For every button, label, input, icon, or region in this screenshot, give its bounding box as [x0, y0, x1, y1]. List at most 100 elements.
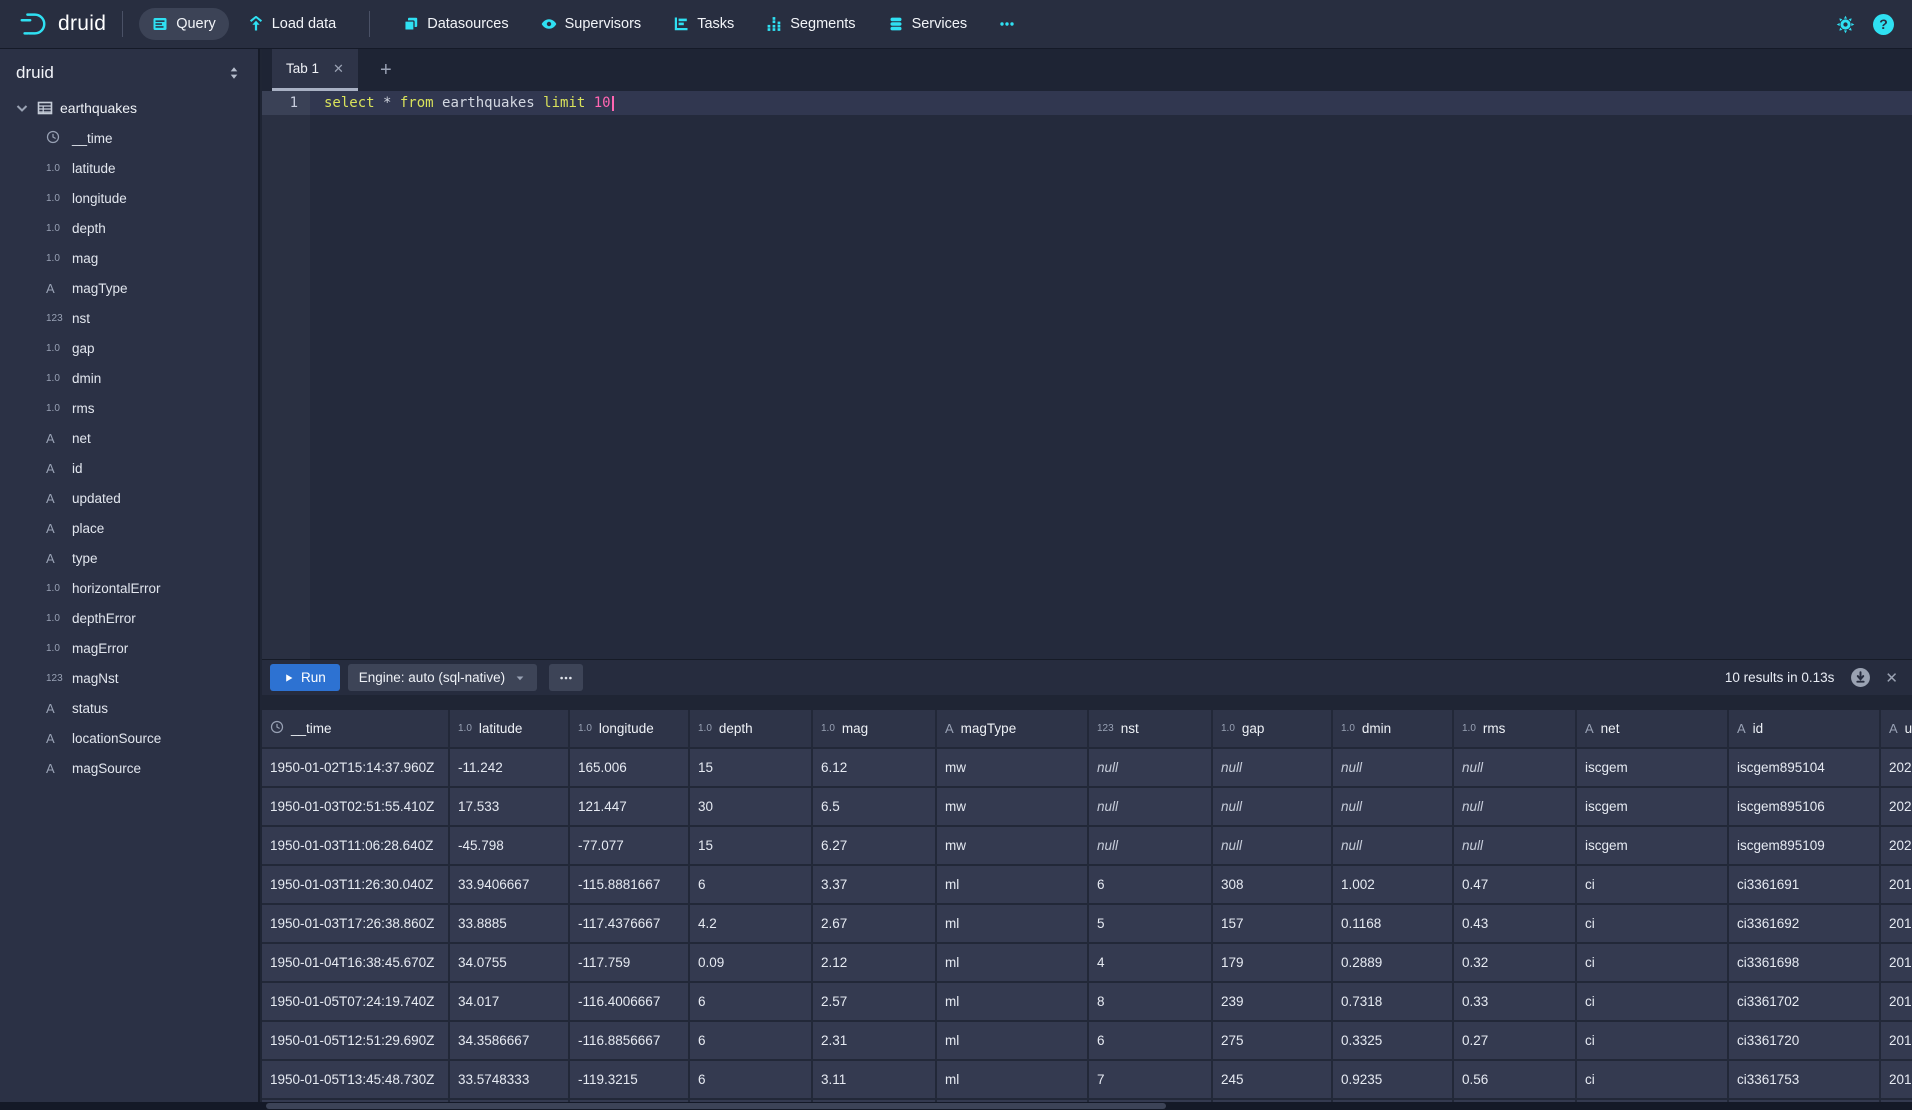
cell-r5-rms[interactable]: 0.43: [1454, 905, 1575, 942]
cell-r9-magtype[interactable]: ml: [937, 1061, 1087, 1098]
chevron-down-icon[interactable]: [14, 100, 30, 116]
cell-r5--time[interactable]: 1950-01-03T17:26:38.860Z: [262, 905, 448, 942]
cell-r9-nst[interactable]: 7: [1089, 1061, 1211, 1098]
cell-r6-depth[interactable]: 0.09: [690, 944, 811, 981]
column-header-dmin[interactable]: 1.0dmin: [1333, 710, 1452, 747]
sidebar-column-magsource[interactable]: AmagSource: [0, 753, 258, 783]
cell-r7-latitude[interactable]: 34.017: [450, 983, 568, 1020]
cell-r6-upd[interactable]: 2016-0: [1881, 944, 1912, 981]
cell-r7-magtype[interactable]: ml: [937, 983, 1087, 1020]
cell-r3-dmin[interactable]: null: [1333, 827, 1452, 864]
cell-r3-mag[interactable]: 6.27: [813, 827, 935, 864]
column-header-gap[interactable]: 1.0gap: [1213, 710, 1331, 747]
sidebar-column-locationsource[interactable]: AlocationSource: [0, 723, 258, 753]
cell-r9-upd[interactable]: 2016-0: [1881, 1061, 1912, 1098]
column-header-longitude[interactable]: 1.0longitude: [570, 710, 688, 747]
cell-r6-mag[interactable]: 2.12: [813, 944, 935, 981]
tab-close-icon[interactable]: ✕: [333, 61, 344, 77]
settings-gear-button[interactable]: [1836, 15, 1855, 34]
cell-r4-id[interactable]: ci3361691: [1729, 866, 1879, 903]
horizontal-scrollbar[interactable]: [0, 1102, 1912, 1110]
cell-r9-mag[interactable]: 3.11: [813, 1061, 935, 1098]
nav-item-load-data[interactable]: Load data: [235, 8, 350, 40]
help-button[interactable]: ?: [1873, 14, 1894, 35]
cell-r2-gap[interactable]: null: [1213, 788, 1331, 825]
cell-r1-nst[interactable]: null: [1089, 749, 1211, 786]
sidebar-column-magerror[interactable]: 1.0magError: [0, 633, 258, 663]
cell-r5-dmin[interactable]: 0.1168: [1333, 905, 1452, 942]
column-header-depth[interactable]: 1.0depth: [690, 710, 811, 747]
sidebar-column-type[interactable]: Atype: [0, 543, 258, 573]
cell-r5-gap[interactable]: 157: [1213, 905, 1331, 942]
cell-r5-latitude[interactable]: 33.8885: [450, 905, 568, 942]
cell-r6-id[interactable]: ci3361698: [1729, 944, 1879, 981]
cell-r3-gap[interactable]: null: [1213, 827, 1331, 864]
cell-r8-rms[interactable]: 0.27: [1454, 1022, 1575, 1059]
cell-r3--time[interactable]: 1950-01-03T11:06:28.640Z: [262, 827, 448, 864]
cell-r1-mag[interactable]: 6.12: [813, 749, 935, 786]
cell-r5-mag[interactable]: 2.67: [813, 905, 935, 942]
cell-r8-latitude[interactable]: 34.3586667: [450, 1022, 568, 1059]
sidebar-column-nst[interactable]: 123nst: [0, 303, 258, 333]
cell-r5-nst[interactable]: 5: [1089, 905, 1211, 942]
cell-r7--time[interactable]: 1950-01-05T07:24:19.740Z: [262, 983, 448, 1020]
cell-r3-longitude[interactable]: -77.077: [570, 827, 688, 864]
datasource-row-earthquakes[interactable]: earthquakes: [0, 93, 258, 123]
cell-r7-net[interactable]: ci: [1577, 983, 1727, 1020]
sidebar-column-rms[interactable]: 1.0rms: [0, 393, 258, 423]
cell-r2-nst[interactable]: null: [1089, 788, 1211, 825]
cell-r1-net[interactable]: iscgem: [1577, 749, 1727, 786]
cell-r3-latitude[interactable]: -45.798: [450, 827, 568, 864]
nav-item-supervisors[interactable]: Supervisors: [528, 8, 655, 40]
cell-r8-mag[interactable]: 2.31: [813, 1022, 935, 1059]
cell-r5-longitude[interactable]: -117.4376667: [570, 905, 688, 942]
cell-r7-mag[interactable]: 2.57: [813, 983, 935, 1020]
cell-r4-net[interactable]: ci: [1577, 866, 1727, 903]
sidebar-column-longitude[interactable]: 1.0longitude: [0, 183, 258, 213]
cell-r6-rms[interactable]: 0.32: [1454, 944, 1575, 981]
engine-dropdown[interactable]: Engine: auto (sql-native): [348, 664, 537, 691]
cell-r1-magtype[interactable]: mw: [937, 749, 1087, 786]
cell-r8-gap[interactable]: 275: [1213, 1022, 1331, 1059]
cell-r8-net[interactable]: ci: [1577, 1022, 1727, 1059]
cell-r4-dmin[interactable]: 1.002: [1333, 866, 1452, 903]
cell-r8-upd[interactable]: 2016-0: [1881, 1022, 1912, 1059]
nav-item-datasources[interactable]: Datasources: [390, 8, 521, 40]
double-caret-sort-icon[interactable]: [226, 65, 242, 81]
new-tab-button[interactable]: +: [374, 49, 398, 91]
cell-r2-id[interactable]: iscgem895106: [1729, 788, 1879, 825]
cell-r1-depth[interactable]: 15: [690, 749, 811, 786]
sidebar-column-updated[interactable]: Aupdated: [0, 483, 258, 513]
sidebar-column-net[interactable]: Anet: [0, 423, 258, 453]
cell-r4-depth[interactable]: 6: [690, 866, 811, 903]
cell-r1-rms[interactable]: null: [1454, 749, 1575, 786]
cell-r4--time[interactable]: 1950-01-03T11:26:30.040Z: [262, 866, 448, 903]
cell-r8-longitude[interactable]: -116.8856667: [570, 1022, 688, 1059]
cell-r8-dmin[interactable]: 0.3325: [1333, 1022, 1452, 1059]
cell-r8-nst[interactable]: 6: [1089, 1022, 1211, 1059]
sidebar-column-id[interactable]: Aid: [0, 453, 258, 483]
sidebar-column-place[interactable]: Aplace: [0, 513, 258, 543]
cell-r5-depth[interactable]: 4.2: [690, 905, 811, 942]
download-results-button[interactable]: [1850, 667, 1871, 688]
cell-r2-mag[interactable]: 6.5: [813, 788, 935, 825]
cell-r2-rms[interactable]: null: [1454, 788, 1575, 825]
sidebar-column--time[interactable]: __time: [0, 123, 258, 153]
sql-code-line[interactable]: select * from earthquakes limit 10: [324, 91, 614, 115]
cell-r9-id[interactable]: ci3361753: [1729, 1061, 1879, 1098]
cell-r7-depth[interactable]: 6: [690, 983, 811, 1020]
cell-r3-upd[interactable]: 2022-0: [1881, 827, 1912, 864]
close-results-icon[interactable]: ✕: [1885, 669, 1898, 687]
cell-r3-magtype[interactable]: mw: [937, 827, 1087, 864]
cell-r4-longitude[interactable]: -115.8881667: [570, 866, 688, 903]
cell-r1-longitude[interactable]: 165.006: [570, 749, 688, 786]
cell-r6-nst[interactable]: 4: [1089, 944, 1211, 981]
cell-r4-magtype[interactable]: ml: [937, 866, 1087, 903]
sidebar-column-horizontalerror[interactable]: 1.0horizontalError: [0, 573, 258, 603]
query-more-options-button[interactable]: [549, 664, 583, 691]
cell-r8-magtype[interactable]: ml: [937, 1022, 1087, 1059]
column-header-magtype[interactable]: AmagType: [937, 710, 1087, 747]
druid-brand[interactable]: druid: [18, 9, 106, 39]
cell-r7-rms[interactable]: 0.33: [1454, 983, 1575, 1020]
cell-r7-dmin[interactable]: 0.7318: [1333, 983, 1452, 1020]
